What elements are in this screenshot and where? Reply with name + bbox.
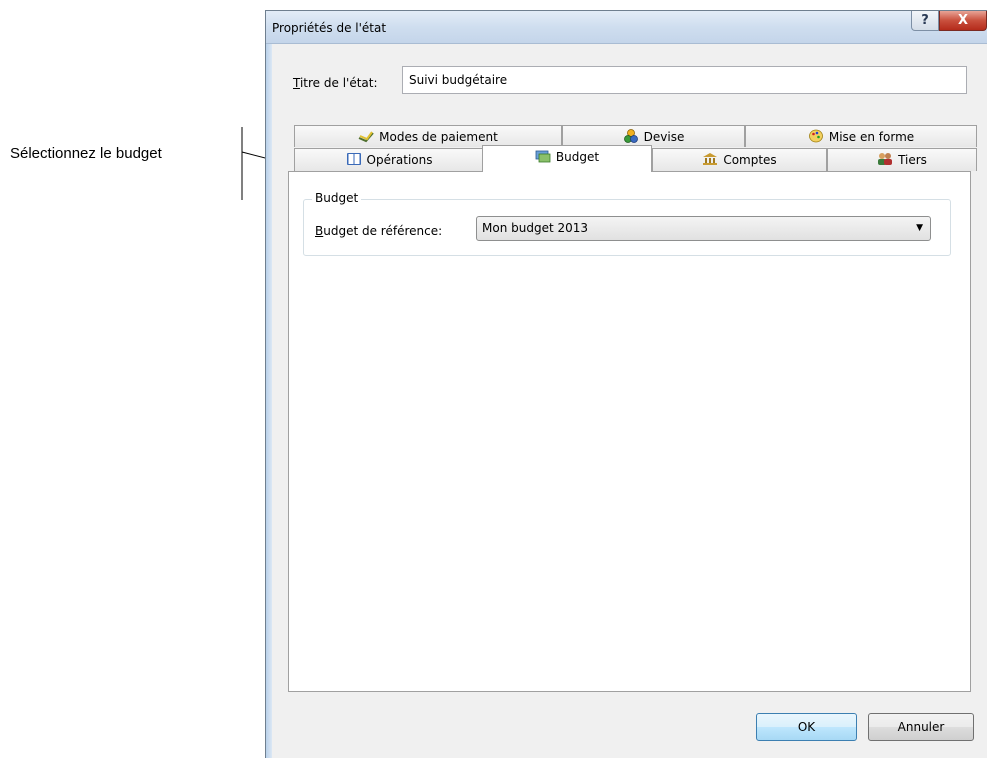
tab-mise-en-forme[interactable]: Mise en forme [745,125,977,147]
tab-budget[interactable]: Budget [482,145,652,172]
tab-tiers[interactable]: Tiers [827,148,977,171]
callout-label: Sélectionnez le budget [10,145,162,162]
budget-icon [535,150,551,163]
dialog-title: Propriétés de l'état [272,21,387,35]
budget-group-title: Budget [312,191,362,205]
reference-budget-select[interactable]: Mon budget 2013 ▼ [476,216,931,241]
tab-modes-de-paiement[interactable]: Modes de paiement [294,125,562,147]
report-title-label: Titre de l'état: [293,76,378,90]
report-properties-dialog: Propriétés de l'état ? X Titre de l'état… [265,10,987,758]
formatting-icon [808,129,823,143]
tab-operations[interactable]: Opérations [294,148,484,171]
budget-groupbox: Budget Budget de référence: Mon budget 2… [303,191,951,256]
people-icon [878,153,893,165]
report-title-input[interactable]: Suivi budgétaire [402,66,967,94]
reference-budget-label: Budget de référence: [315,224,443,238]
title-bar[interactable]: Propriétés de l'état ? X [266,11,987,44]
budget-tab-panel: Budget Budget de référence: Mon budget 2… [288,171,971,692]
help-button[interactable]: ? [911,11,939,31]
bank-icon [703,153,718,165]
book-icon [346,153,361,165]
chevron-down-icon[interactable]: ▼ [916,217,923,240]
tab-comptes[interactable]: Comptes [652,148,827,171]
close-button[interactable]: X [939,11,987,31]
reference-budget-value: Mon budget 2013 [482,221,589,235]
ok-button[interactable]: OK [756,713,857,741]
cancel-button[interactable]: Annuler [868,713,974,741]
tab-devise[interactable]: Devise [562,125,745,147]
currency-icon [623,129,638,143]
dialog-body: Titre de l'état: Suivi budgétaire Modes … [272,44,987,758]
payment-modes-icon [358,131,374,143]
